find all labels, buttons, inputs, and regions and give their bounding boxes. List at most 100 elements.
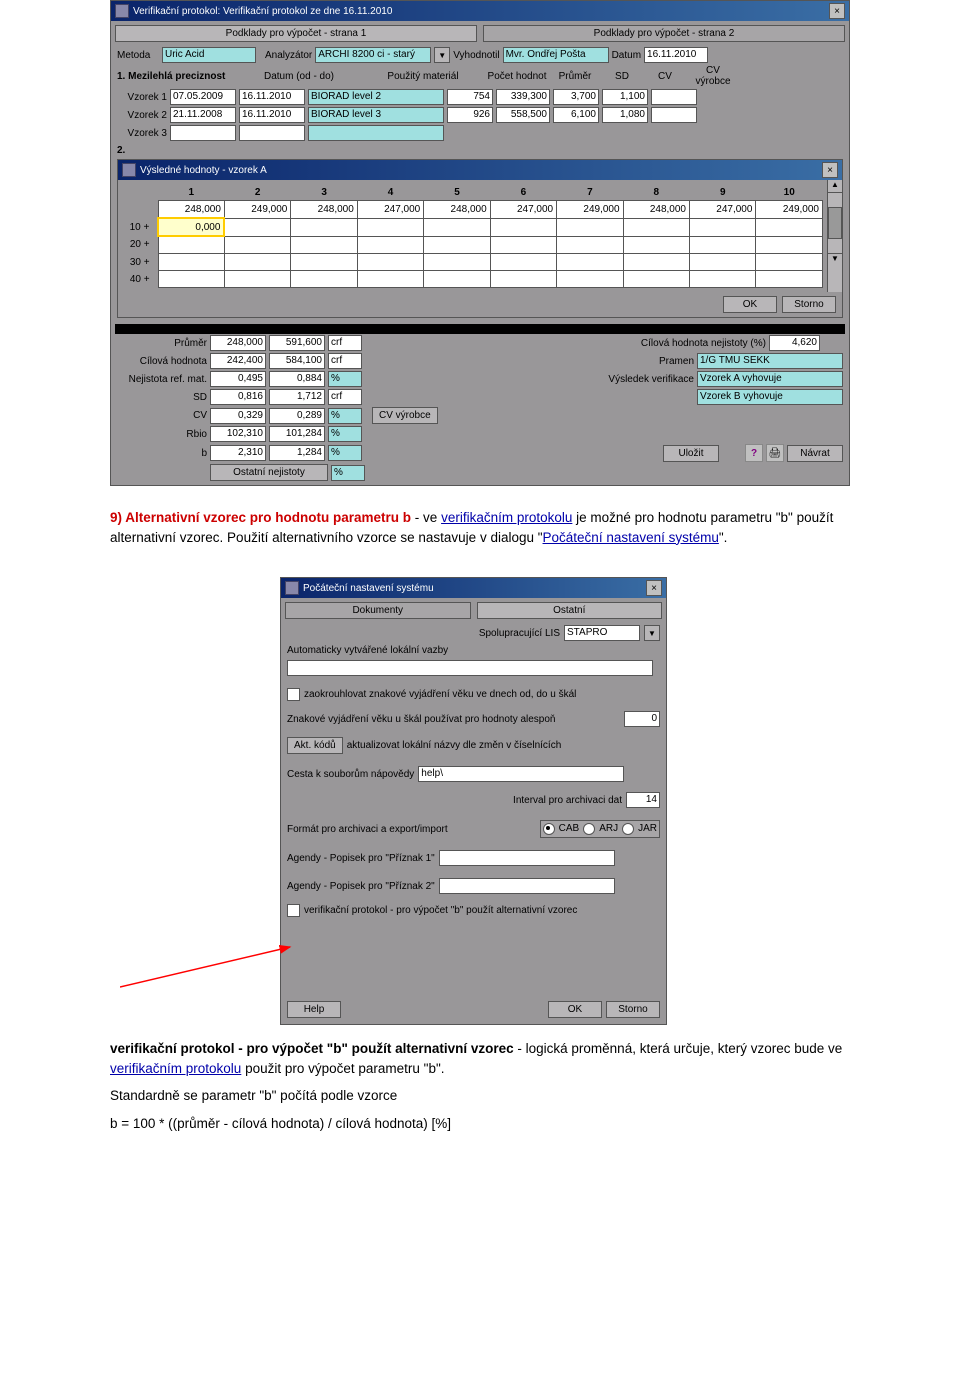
nej-b[interactable]: 0,884 [269, 371, 325, 387]
datum-input[interactable]: 16.11.2010 [644, 47, 708, 63]
cell[interactable] [291, 271, 357, 288]
tab-page2[interactable]: Podklady pro výpočet - strana 2 [483, 25, 845, 42]
navrat-button[interactable]: Návrat [787, 445, 843, 462]
cell[interactable] [357, 254, 423, 271]
akt-kodu-button[interactable]: Akt. kódů [287, 737, 343, 754]
radio-jar[interactable] [622, 823, 634, 835]
v2-cvv[interactable] [651, 107, 697, 123]
cell[interactable] [224, 254, 290, 271]
close-icon[interactable]: × [822, 162, 838, 178]
radio-cab[interactable] [543, 823, 555, 835]
cilova-nejistota-input[interactable]: 4,620 [769, 335, 820, 351]
radio-arj[interactable] [583, 823, 595, 835]
cell[interactable] [623, 236, 689, 254]
v2-cv[interactable]: 1,080 [602, 107, 648, 123]
close-icon[interactable]: × [646, 580, 662, 596]
v1-prumer[interactable]: 339,300 [496, 89, 550, 105]
rbio-b[interactable]: 101,284 [269, 426, 325, 442]
cell-active[interactable]: 0,000 [158, 218, 224, 236]
cell[interactable] [424, 271, 490, 288]
cell[interactable] [291, 236, 357, 254]
cell[interactable] [690, 236, 756, 254]
v1-cv[interactable]: 1,100 [602, 89, 648, 105]
cell[interactable] [623, 218, 689, 236]
cell[interactable] [357, 236, 423, 254]
tab-dokumenty[interactable]: Dokumenty [285, 602, 471, 619]
cell[interactable] [357, 218, 423, 236]
cell[interactable] [224, 271, 290, 288]
v1-sd[interactable]: 3,700 [553, 89, 599, 105]
auto-input[interactable] [287, 660, 653, 676]
cell[interactable]: 248,000 [291, 201, 357, 219]
sd-b[interactable]: 1,712 [269, 389, 325, 405]
v1-pocet[interactable]: 754 [447, 89, 493, 105]
vysledek-a-input[interactable]: Vzorek A vyhovuje [697, 371, 843, 387]
cell[interactable] [424, 254, 490, 271]
cell[interactable] [224, 218, 290, 236]
cell[interactable]: 248,000 [623, 201, 689, 219]
cell[interactable]: 248,000 [424, 201, 490, 219]
v1-cvv[interactable] [651, 89, 697, 105]
storno-button[interactable]: Storno [782, 296, 836, 313]
lis-select[interactable]: STAPRO [564, 625, 640, 641]
cell[interactable] [557, 254, 623, 271]
chevron-down-icon[interactable]: ▼ [434, 47, 450, 63]
scrollbar[interactable]: ▲ ▼ [827, 180, 842, 292]
cell[interactable]: 248,000 [158, 201, 224, 219]
cell[interactable] [690, 218, 756, 236]
cell[interactable] [756, 254, 823, 271]
close-icon[interactable]: × [829, 3, 845, 19]
cell[interactable]: 247,000 [490, 201, 556, 219]
cell[interactable] [424, 218, 490, 236]
tab-ostatni[interactable]: Ostatní [477, 602, 663, 619]
cell[interactable]: 249,000 [756, 201, 823, 219]
cv-vyrobce-button[interactable]: CV výrobce [372, 407, 438, 424]
v2-sd[interactable]: 6,100 [553, 107, 599, 123]
cell[interactable] [490, 218, 556, 236]
cell[interactable] [291, 218, 357, 236]
cell[interactable] [224, 236, 290, 254]
analyzator-input[interactable]: ARCHI 8200 ci - starý [315, 47, 431, 63]
tab-page1[interactable]: Podklady pro výpočet - strana 1 [115, 25, 477, 42]
v1-do[interactable]: 16.11.2010 [239, 89, 305, 105]
cil-a[interactable]: 242,400 [210, 353, 266, 369]
prumer-b[interactable]: 591,600 [269, 335, 325, 351]
chevron-down-icon[interactable]: ▼ [644, 625, 660, 641]
v2-prumer[interactable]: 558,500 [496, 107, 550, 123]
cell[interactable]: 249,000 [557, 201, 623, 219]
help-button[interactable]: Help [287, 1001, 341, 1018]
cell[interactable] [158, 271, 224, 288]
cell[interactable] [690, 271, 756, 288]
ag2-input[interactable] [439, 878, 615, 894]
storno-button[interactable]: Storno [606, 1001, 660, 1018]
link-verif-protokol-2[interactable]: verifikačním protokolu [110, 1061, 241, 1076]
metoda-input[interactable]: Uric Acid [162, 47, 256, 63]
b-a[interactable]: 2,310 [210, 445, 266, 461]
link-pocatecni-nastaveni[interactable]: Počáteční nastavení systému [543, 530, 719, 545]
cell[interactable] [490, 254, 556, 271]
pramen-input[interactable]: 1/G TMU SEKK [697, 353, 843, 369]
cell[interactable] [623, 254, 689, 271]
v2-do[interactable]: 16.11.2010 [239, 107, 305, 123]
link-verif-protokol[interactable]: verifikačním protokolu [441, 510, 572, 525]
ulozit-button[interactable]: Uložit [663, 445, 719, 462]
sd-a[interactable]: 0,816 [210, 389, 266, 405]
cell[interactable] [490, 236, 556, 254]
v1-od[interactable]: 07.05.2009 [170, 89, 236, 105]
cell[interactable] [557, 218, 623, 236]
cell[interactable] [690, 254, 756, 271]
cil-b[interactable]: 584,100 [269, 353, 325, 369]
rbio-a[interactable]: 102,310 [210, 426, 266, 442]
v3-do[interactable] [239, 125, 305, 141]
cell[interactable] [557, 271, 623, 288]
ag1-input[interactable] [439, 850, 615, 866]
ok-button[interactable]: OK [723, 296, 777, 313]
cell[interactable] [756, 271, 823, 288]
znak-input[interactable]: 0 [624, 711, 660, 727]
b-b[interactable]: 1,284 [269, 445, 325, 461]
cv-b[interactable]: 0,289 [269, 408, 325, 424]
cell[interactable] [291, 254, 357, 271]
cell[interactable] [756, 236, 823, 254]
cell[interactable] [756, 218, 823, 236]
v3-od[interactable] [170, 125, 236, 141]
